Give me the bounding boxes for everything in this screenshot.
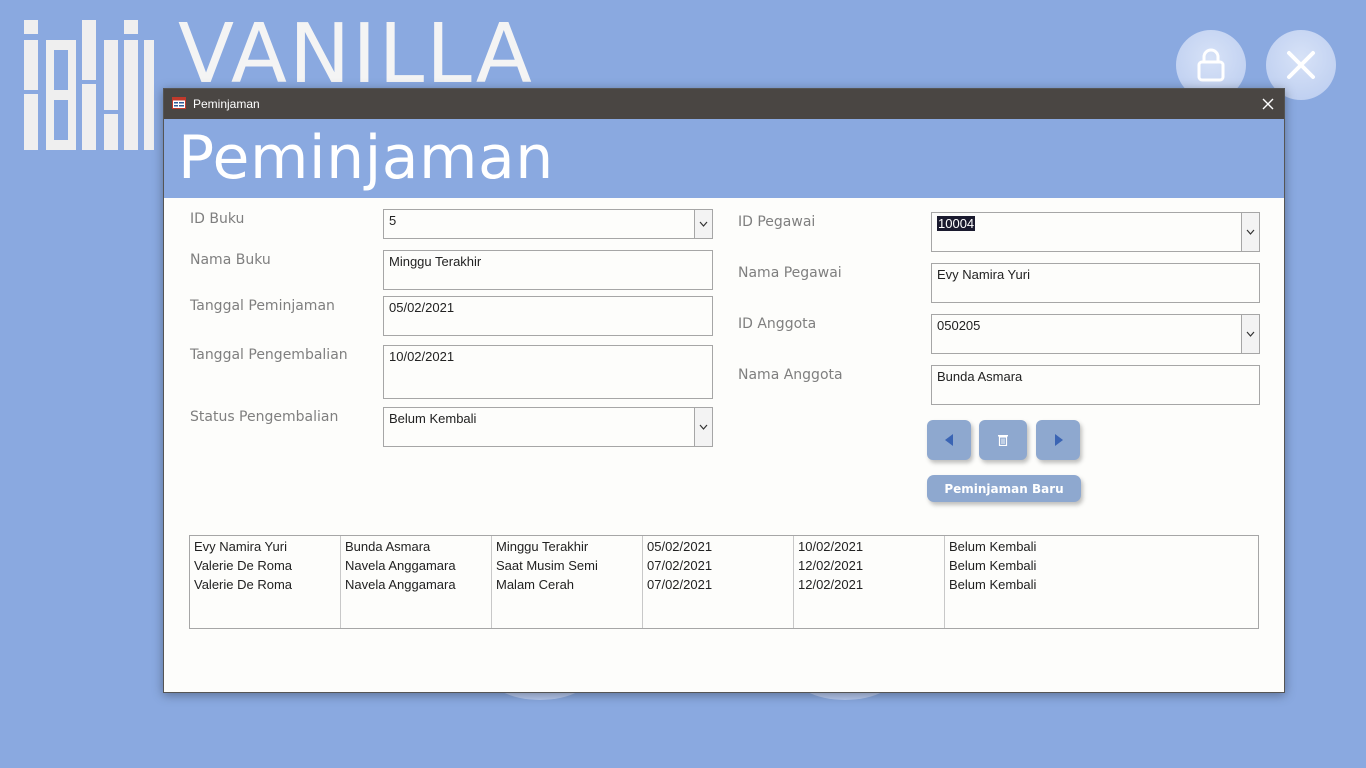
window-title: Peminjaman (193, 97, 260, 111)
tanggal-pengembalian-label: Tanggal Pengembalian (190, 347, 348, 363)
tanggal-pengembalian-value: 10/02/2021 (389, 349, 455, 364)
delete-record-button[interactable] (979, 420, 1027, 460)
form-icon (172, 97, 186, 109)
id-buku-label: ID Buku (190, 211, 245, 227)
dropdown-button[interactable] (1241, 213, 1259, 251)
nama-pegawai-label: Nama Pegawai (738, 265, 842, 281)
nama-buku-label: Nama Buku (190, 252, 271, 268)
tanggal-peminjaman-field[interactable]: 05/02/2021 (383, 296, 713, 336)
id-anggota-combobox[interactable]: 050205 (931, 314, 1260, 354)
list-cell[interactable]: Belum Kembali (949, 577, 1036, 592)
list-cell[interactable]: Belum Kembali (949, 558, 1036, 573)
app-logo (24, 20, 154, 150)
dropdown-button[interactable] (694, 210, 712, 238)
list-cell[interactable]: 07/02/2021 (647, 558, 712, 573)
previous-record-button[interactable] (927, 420, 971, 460)
list-cell[interactable]: Evy Namira Yuri (194, 539, 287, 554)
list-cell[interactable]: Navela Anggamara (345, 577, 456, 592)
nama-anggota-label: Nama Anggota (738, 367, 843, 383)
form-title: Peminjaman (178, 123, 554, 193)
id-pegawai-combobox[interactable]: 10004 (931, 212, 1260, 252)
peminjaman-listbox[interactable]: Evy Namira Yuri Bunda Asmara Minggu Tera… (189, 535, 1259, 629)
triangle-left-icon (944, 434, 953, 446)
list-cell[interactable]: Minggu Terakhir (496, 539, 588, 554)
list-cell[interactable]: 12/02/2021 (798, 558, 863, 573)
id-buku-value: 5 (389, 213, 397, 228)
list-cell[interactable]: Bunda Asmara (345, 539, 430, 554)
nama-anggota-field[interactable]: Bunda Asmara (931, 365, 1260, 405)
id-anggota-value: 050205 (937, 318, 981, 333)
id-pegawai-label: ID Pegawai (738, 214, 816, 230)
close-icon (1287, 51, 1315, 79)
list-cell[interactable]: 12/02/2021 (798, 577, 863, 592)
form-header: Peminjaman (164, 119, 1284, 198)
status-pengembalian-combobox[interactable]: Belum Kembali (383, 407, 713, 447)
peminjaman-window: Peminjaman Peminjaman ID Buku 5 Nama Buk… (163, 88, 1285, 693)
nama-pegawai-value: Evy Namira Yuri (937, 267, 1030, 282)
tanggal-peminjaman-value: 05/02/2021 (389, 300, 455, 315)
triangle-right-icon (1054, 434, 1063, 446)
tanggal-peminjaman-label: Tanggal Peminjaman (190, 298, 335, 314)
list-cell[interactable]: Saat Musim Semi (496, 558, 598, 573)
id-pegawai-value: 10004 (937, 216, 976, 231)
peminjaman-baru-button[interactable]: Peminjaman Baru (927, 475, 1081, 502)
list-cell[interactable]: 10/02/2021 (798, 539, 863, 554)
list-cell[interactable]: Malam Cerah (496, 577, 574, 592)
list-cell[interactable]: Valerie De Roma (194, 577, 292, 592)
nama-anggota-value: Bunda Asmara (937, 369, 1023, 384)
status-pengembalian-label: Status Pengembalian (190, 409, 339, 425)
window-close-button[interactable] (1258, 94, 1278, 114)
dropdown-button[interactable] (1241, 315, 1259, 353)
close-icon (1262, 98, 1274, 110)
chevron-down-icon (699, 221, 708, 227)
chevron-down-icon (1246, 331, 1255, 337)
list-cell[interactable]: Navela Anggamara (345, 558, 456, 573)
list-cell[interactable]: 07/02/2021 (647, 577, 712, 592)
trash-icon (998, 435, 1008, 446)
status-pengembalian-value: Belum Kembali (389, 411, 477, 426)
id-buku-combobox[interactable]: 5 (383, 209, 713, 239)
chevron-down-icon (699, 424, 708, 430)
chevron-down-icon (1246, 229, 1255, 235)
nama-buku-value: Minggu Terakhir (389, 254, 482, 269)
list-cell[interactable]: 05/02/2021 (647, 539, 712, 554)
nama-buku-field[interactable]: Minggu Terakhir (383, 250, 713, 290)
app-title: VANILLA (178, 7, 534, 102)
id-anggota-label: ID Anggota (738, 316, 817, 332)
list-cell[interactable]: Belum Kembali (949, 539, 1036, 554)
dropdown-button[interactable] (694, 408, 712, 446)
window-titlebar[interactable]: Peminjaman (164, 89, 1284, 119)
nama-pegawai-field[interactable]: Evy Namira Yuri (931, 263, 1260, 303)
list-cell[interactable]: Valerie De Roma (194, 558, 292, 573)
tanggal-pengembalian-field[interactable]: 10/02/2021 (383, 345, 713, 399)
lock-icon (1197, 48, 1225, 82)
next-record-button[interactable] (1036, 420, 1080, 460)
